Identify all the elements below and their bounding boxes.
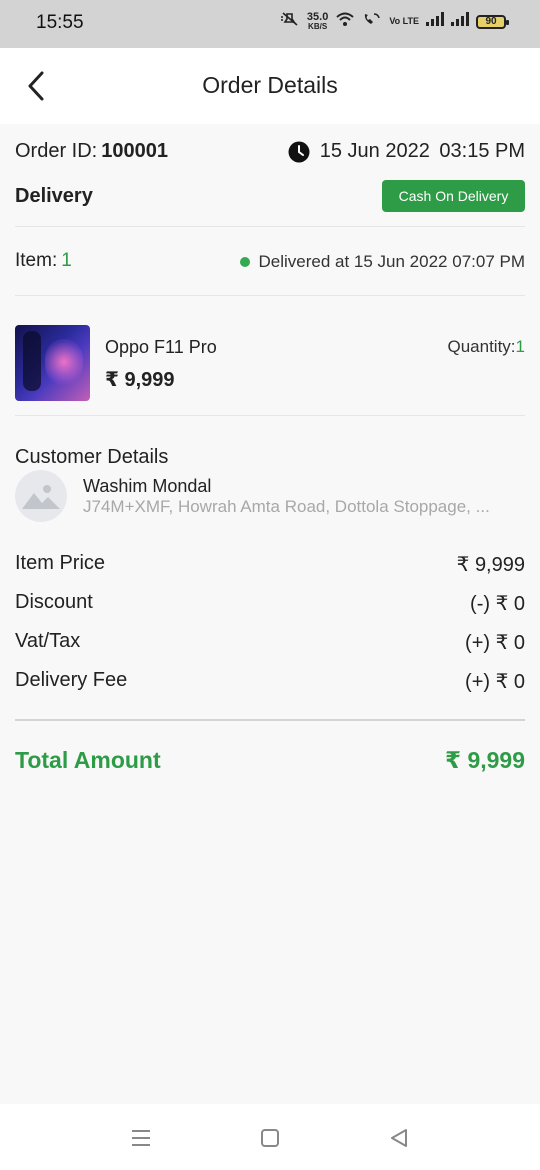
order-datetime: 15 Jun 2022 03:15 PM (288, 140, 525, 163)
clock-icon (288, 141, 310, 162)
avatar (15, 470, 67, 522)
order-info-row: Order ID: 100001 15 Jun 2022 03:15 PM (15, 140, 525, 166)
total-amount-row: Total Amount ₹ 9,999 (15, 747, 525, 777)
volte-indicator: Vo LTE (389, 16, 419, 26)
price-label: Item Price (15, 552, 106, 574)
items-count: Item: 1 (15, 250, 72, 272)
menu-icon (132, 1130, 150, 1146)
items-row: Item: 1 Delivered at 15 Jun 2022 07:07 PM (15, 250, 525, 274)
mute-icon (280, 11, 300, 32)
wifi-call-icon (362, 11, 382, 32)
wifi-icon (335, 11, 355, 32)
recent-apps-button[interactable] (127, 1124, 155, 1152)
product-quantity: Quantity:1 (447, 337, 525, 357)
speed-unit: KB/S (308, 21, 328, 31)
customer-address: J74M+XMF, Howrah Amta Road, Dottola Stop… (83, 497, 490, 516)
app-header: Order Details (0, 48, 540, 124)
total-divider (15, 719, 525, 721)
price-row-vat-tax: Vat/Tax (+) ₹ 0 (15, 630, 525, 656)
order-time: 03:15 PM (439, 140, 525, 162)
home-square-icon (261, 1129, 279, 1147)
customer-name: Washim Mondal (83, 476, 212, 496)
price-label: Vat/Tax (15, 630, 81, 652)
status-time: 15:55 (36, 12, 84, 33)
divider (15, 295, 525, 296)
price-value: (-) ₹ 0 (470, 593, 525, 615)
speed-value: 35.0 (306, 10, 329, 23)
status-bar: 15:55 35.0 KB/S Vo LTE 90 (0, 0, 540, 48)
delivered-date: Delivered at 15 Jun 2022 (258, 252, 448, 271)
total-label: Total Amount (15, 747, 161, 773)
price-row-discount: Discount (-) ₹ 0 (15, 591, 525, 617)
signal-icon (426, 12, 444, 31)
home-button[interactable] (256, 1124, 284, 1152)
order-id-value: 100001 (101, 140, 168, 162)
status-icons: 35.0 KB/S Vo LTE 90 (280, 10, 509, 32)
quantity-label: Quantity: (447, 337, 516, 356)
total-value: ₹ 9,999 (445, 747, 525, 773)
payment-method-badge: Cash On Delivery (382, 180, 525, 212)
product-image (15, 325, 90, 401)
price-row-delivery-fee: Delivery Fee (+) ₹ 0 (15, 669, 525, 695)
product-price: ₹ 9,999 (105, 369, 175, 391)
order-id: Order ID: 100001 (15, 140, 168, 163)
divider (15, 226, 525, 227)
price-row-item-price: Item Price ₹ 9,999 (15, 552, 525, 578)
items-label: Item: (15, 250, 58, 271)
signal-icon-2 (451, 12, 469, 31)
network-speed: 35.0 KB/S (306, 10, 329, 32)
delivery-status: Delivered at 15 Jun 2022 07:07 PM (240, 252, 525, 272)
order-type: Delivery (15, 185, 93, 207)
back-triangle-icon (391, 1129, 407, 1147)
price-label: Discount (15, 591, 93, 613)
status-dot-icon (240, 257, 251, 267)
phone-art (45, 339, 83, 385)
image-placeholder-icon (22, 485, 60, 509)
product-name: Oppo F11 Pro (105, 337, 217, 357)
page-title: Order Details (202, 72, 338, 98)
items-count-value: 1 (61, 250, 72, 271)
battery-icon: 90 (476, 14, 509, 29)
system-nav-bar (0, 1104, 540, 1170)
price-value: (+) ₹ 0 (465, 632, 525, 654)
order-date: 15 Jun 2022 (319, 140, 430, 162)
quantity-value: 1 (515, 337, 525, 356)
price-label: Delivery Fee (15, 669, 128, 691)
divider (15, 415, 525, 416)
product-item[interactable]: Oppo F11 Pro ₹ 9,999 Quantity:1 (15, 325, 525, 401)
delivered-time: 07:07 PM (452, 252, 525, 271)
order-type-row: Delivery Cash On Delivery (15, 180, 525, 212)
price-value: (+) ₹ 0 (465, 671, 525, 693)
back-nav-button[interactable] (385, 1124, 413, 1152)
price-value: ₹ 9,999 (456, 554, 525, 576)
customer-details-title: Customer Details (15, 446, 169, 468)
phone-camera-icon (23, 331, 41, 391)
order-id-label: Order ID: (15, 140, 98, 162)
